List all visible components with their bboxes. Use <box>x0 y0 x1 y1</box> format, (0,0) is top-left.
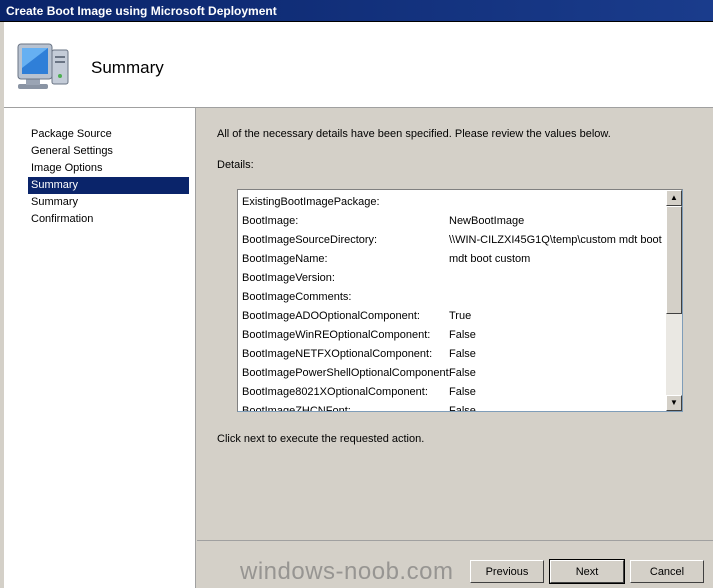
details-label: Details: <box>217 159 254 171</box>
nav-item-confirmation[interactable]: Confirmation <box>28 211 189 228</box>
site-watermark: windows-noob.com <box>240 558 454 585</box>
previous-button[interactable]: Previous <box>470 560 544 583</box>
window-title-bar[interactable]: Create Boot Image using Microsoft Deploy… <box>0 0 713 22</box>
detail-value: False <box>449 348 476 360</box>
computer-monitor-icon <box>16 40 74 92</box>
detail-row[interactable]: BootImageADOOptionalComponent: True <box>242 307 666 326</box>
detail-value: False <box>449 405 476 412</box>
detail-value: mdt boot custom <box>449 253 531 265</box>
detail-key: BootImageWinREOptionalComponent: <box>242 329 431 341</box>
cancel-button[interactable]: Cancel <box>630 560 704 583</box>
detail-value: False <box>449 329 476 341</box>
detail-key: BootImageZHCNFont: <box>242 405 351 412</box>
detail-key: BootImageComments: <box>242 291 352 303</box>
wizard-steps: Package Source General Settings Image Op… <box>28 126 189 228</box>
detail-row[interactable]: BootImage8021XOptionalComponent: False <box>242 383 666 402</box>
details-listbox[interactable]: ExistingBootImagePackage: BootImage: NewB… <box>237 189 683 412</box>
scroll-up-arrow-icon[interactable]: ▲ <box>666 190 682 206</box>
nav-item-image-options[interactable]: Image Options <box>28 160 189 177</box>
detail-value: \\WIN-CILZXI45G1Q\temp\custom mdt boot <box>449 234 662 246</box>
scrollbar-thumb[interactable] <box>666 206 682 314</box>
detail-key: BootImageNETFXOptionalComponent: <box>242 348 433 360</box>
detail-key: BootImageADOOptionalComponent: <box>242 310 420 322</box>
nav-item-general-settings[interactable]: General Settings <box>28 143 189 160</box>
detail-row[interactable]: BootImageZHCNFont: False <box>242 402 666 412</box>
detail-key: BootImageSourceDirectory: <box>242 234 378 246</box>
detail-value: NewBootImage <box>449 215 525 227</box>
detail-key: BootImage: <box>242 215 299 227</box>
next-instruction-text: Click next to execute the requested acti… <box>217 433 425 445</box>
wizard-header: Summary <box>4 22 713 108</box>
detail-value: False <box>449 386 476 398</box>
detail-value: False <box>449 367 476 379</box>
wizard-navigation-pane: Package Source General Settings Image Op… <box>4 108 196 588</box>
detail-key: BootImagePowerShellOptionalComponent: <box>242 367 452 379</box>
detail-row[interactable]: BootImageComments: <box>242 288 666 307</box>
details-rows: ExistingBootImagePackage: BootImage: NewB… <box>242 193 666 412</box>
details-scrollbar[interactable]: ▲ ▼ <box>666 190 682 411</box>
intro-text: All of the necessary details have been s… <box>217 128 611 140</box>
nav-item-summary-active[interactable]: Summary <box>28 177 189 194</box>
detail-key: BootImage8021XOptionalComponent: <box>242 386 428 398</box>
detail-row[interactable]: BootImageVersion: <box>242 269 666 288</box>
detail-row[interactable]: BootImageNETFXOptionalComponent: False <box>242 345 666 364</box>
nav-item-package-source[interactable]: Package Source <box>28 126 189 143</box>
detail-row[interactable]: ExistingBootImagePackage: <box>242 193 666 212</box>
scroll-down-arrow-icon[interactable]: ▼ <box>666 395 682 411</box>
page-title: Summary <box>91 58 164 77</box>
detail-row[interactable]: BootImagePowerShellOptionalComponent: Fal… <box>242 364 666 383</box>
detail-value: True <box>449 310 472 322</box>
nav-item-summary[interactable]: Summary <box>28 194 189 211</box>
detail-key: BootImageName: <box>242 253 328 265</box>
detail-row[interactable]: BootImageName: mdt boot custom <box>242 250 666 269</box>
detail-row[interactable]: BootImage: NewBootImage <box>242 212 666 231</box>
detail-row[interactable]: BootImageWinREOptionalComponent: False <box>242 326 666 345</box>
next-button[interactable]: Next <box>549 559 625 584</box>
detail-row[interactable]: BootImageSourceDirectory: \\WIN-CILZXI45G… <box>242 231 666 250</box>
window-title: Create Boot Image using Microsoft Deploy… <box>6 4 277 18</box>
detail-key: ExistingBootImagePackage: <box>242 196 380 208</box>
wizard-content: All of the necessary details have been s… <box>197 108 713 540</box>
detail-key: BootImageVersion: <box>242 272 335 284</box>
